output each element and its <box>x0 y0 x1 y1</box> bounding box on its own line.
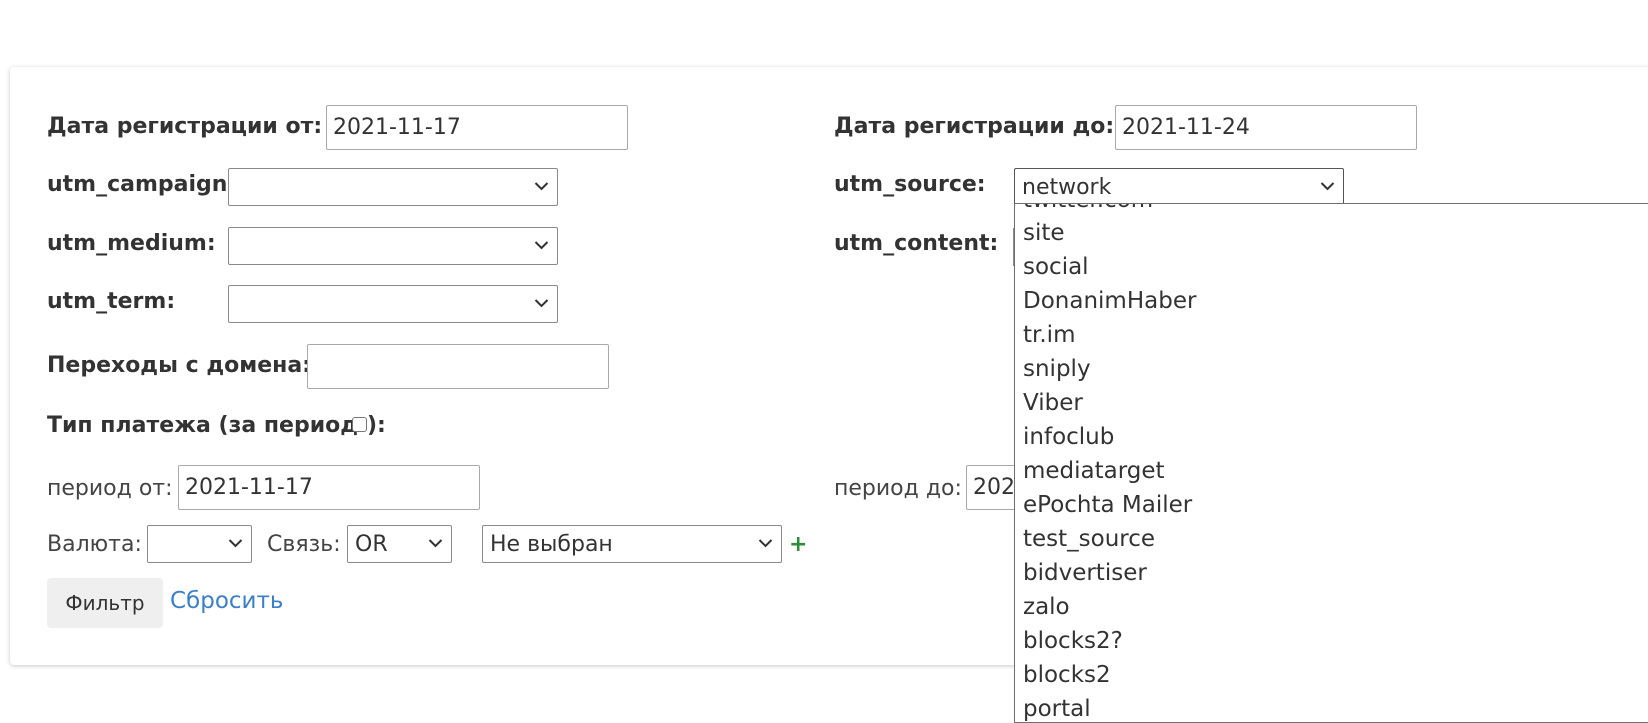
filter-button[interactable]: Фильтр <box>47 578 163 628</box>
dropdown-option[interactable]: tr.im <box>1023 321 1075 349</box>
utm-campaign-select[interactable] <box>228 168 558 206</box>
payment-type-value: Не выбран <box>490 532 613 557</box>
dropdown-option[interactable]: mediatarget <box>1023 457 1165 485</box>
utm-medium-select[interactable] <box>228 227 558 265</box>
period-to-label: период до: <box>834 476 962 501</box>
payment-type-label: Тип платежа (за период <box>47 413 359 438</box>
payment-type-select[interactable]: Не выбран <box>482 525 782 563</box>
period-from-label: период от: <box>47 476 173 501</box>
dropdown-option[interactable]: blocks2? <box>1023 627 1123 655</box>
utm-term-select[interactable] <box>228 285 558 323</box>
link-value: OR <box>355 532 388 557</box>
chevron-down-icon <box>534 182 549 191</box>
dropdown-option[interactable]: blocks2 <box>1023 661 1111 689</box>
chevron-down-icon <box>228 539 243 548</box>
utm-source-select[interactable]: network <box>1014 168 1344 206</box>
utm-source-label: utm_source: <box>834 172 986 197</box>
add-condition-button[interactable]: + <box>789 532 807 558</box>
dropdown-option[interactable]: zalo <box>1023 593 1070 621</box>
utm-medium-label: utm_medium: <box>47 231 216 256</box>
chevron-down-icon <box>758 539 773 548</box>
link-select[interactable]: OR <box>347 525 452 563</box>
payment-type-label-close: ): <box>367 413 386 438</box>
link-label: Связь: <box>267 532 341 557</box>
dropdown-option[interactable]: test_source <box>1023 525 1155 553</box>
domain-input[interactable] <box>307 344 609 389</box>
currency-select[interactable] <box>147 525 252 563</box>
chevron-down-icon <box>534 241 549 250</box>
utm-term-label: utm_term: <box>47 289 176 314</box>
dropdown-option[interactable]: sniply <box>1023 355 1091 383</box>
chevron-down-icon <box>1320 182 1335 191</box>
reg-from-input[interactable]: 2021-11-17 <box>326 105 628 150</box>
chevron-down-icon <box>534 299 549 308</box>
currency-label: Валюта: <box>47 532 142 557</box>
period-from-input[interactable]: 2021-11-17 <box>178 465 480 510</box>
dropdown-option[interactable]: bidvertiser <box>1023 559 1147 587</box>
period-checkbox[interactable] <box>352 417 367 432</box>
dropdown-option[interactable]: DonanimHaber <box>1023 287 1196 315</box>
dropdown-option[interactable]: social <box>1023 253 1089 281</box>
utm-source-value: network <box>1022 175 1112 200</box>
reg-from-label: Дата регистрации от: <box>47 114 323 139</box>
reg-to-label: Дата регистрации до: <box>834 114 1115 139</box>
dropdown-option-partial[interactable]: twitter.com <box>1023 204 1153 214</box>
dropdown-option[interactable]: ePochta Mailer <box>1023 491 1192 519</box>
utm-campaign-label: utm_campaign: <box>47 172 237 197</box>
dropdown-option[interactable]: site <box>1023 219 1065 247</box>
dropdown-option[interactable]: Viber <box>1023 389 1083 417</box>
reg-to-input[interactable]: 2021-11-24 <box>1115 105 1417 150</box>
dropdown-option[interactable]: infoclub <box>1023 423 1114 451</box>
dropdown-option-partial[interactable]: portal <box>1023 695 1091 722</box>
chevron-down-icon <box>428 539 443 548</box>
reset-link[interactable]: Сбросить <box>170 587 283 615</box>
utm-content-label: utm_content: <box>834 231 999 256</box>
domain-label: Переходы с домена: <box>47 353 311 378</box>
utm-source-dropdown-list[interactable]: twitter.com site social DonanimHaber tr.… <box>1014 203 1648 723</box>
